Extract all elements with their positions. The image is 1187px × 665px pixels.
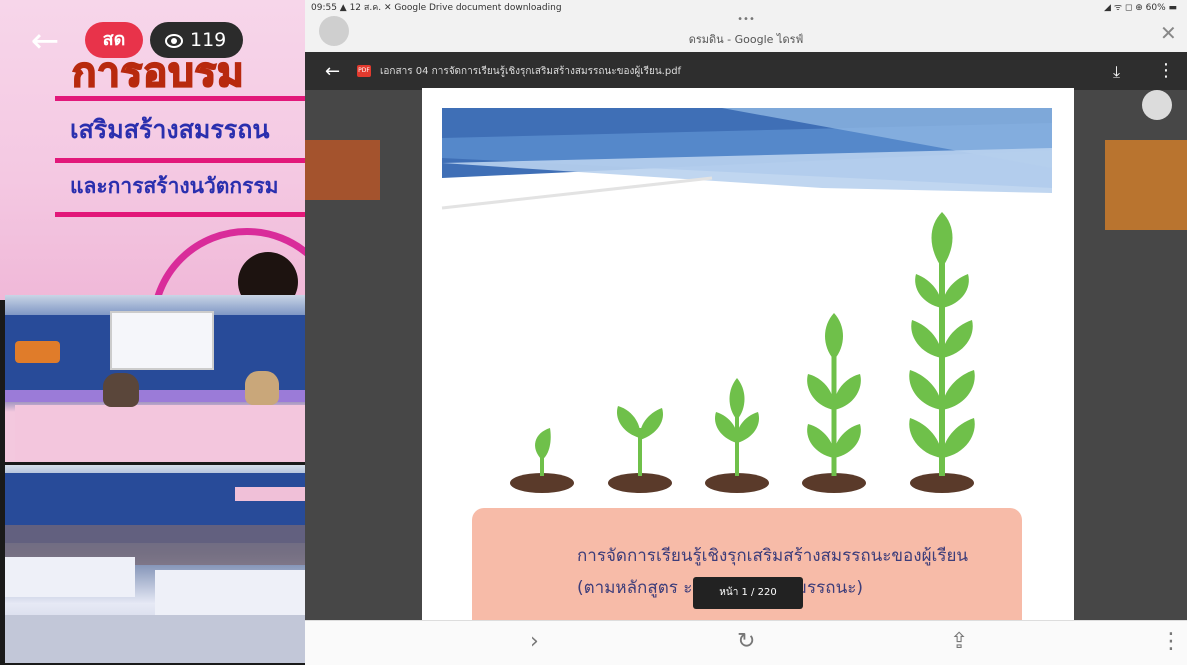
banner-subtitle-2: และการสร้างนวัตกรรม	[70, 174, 279, 198]
more-vert-icon[interactable]: ⋮	[1160, 629, 1182, 654]
back-arrow-icon[interactable]: ←	[25, 24, 65, 58]
browser-tab-bar: ••• ดรมดิน - Google ไดรฟ์ ✕	[305, 14, 1187, 53]
banner-divider	[55, 158, 305, 163]
live-badge: สด	[85, 22, 143, 58]
close-icon[interactable]: ✕	[1160, 21, 1177, 45]
refresh-icon[interactable]: ↻	[737, 629, 755, 654]
background-thumbnail	[305, 140, 380, 200]
banner-subtitle-1: เสริมสร้างสมรรถน	[70, 115, 270, 144]
viewer-count-number: 119	[190, 29, 227, 51]
bottom-navigation-bar: › ↻ ⇪ ⋮	[305, 620, 1187, 665]
pdf-file-icon: PDF	[357, 65, 371, 77]
background-avatar	[1142, 90, 1172, 120]
pdf-viewer-window: 09:55 ▲ 12 ส.ค. ✕ Google Drive document …	[305, 0, 1187, 665]
chevron-right-icon[interactable]: ›	[530, 629, 539, 654]
pdf-filename: เอกสาร 04 การจัดการเรียนรู้เชิงรุกเสริมส…	[380, 66, 682, 77]
page-counter: หน้า 1 / 220	[693, 577, 803, 609]
document-title-box: การจัดการเรียนรู้เชิงรุกเสริมสร้างสมรรถน…	[472, 508, 1022, 628]
banner-divider	[55, 96, 305, 101]
pdf-page: การจัดการเรียนรู้เชิงรุกเสริมสร้างสมรรถน…	[422, 88, 1074, 628]
eye-icon	[165, 34, 183, 48]
document-title: การจัดการเรียนรู้เชิงรุกเสริมสร้างสมรรถน…	[577, 546, 969, 566]
camera-feed-stage	[5, 295, 345, 462]
banner-divider	[55, 212, 305, 217]
pdf-toolbar: ← PDF เอกสาร 04 การจัดการเรียนรู้เชิงรุก…	[305, 52, 1187, 90]
tab-title: ดรมดิน - Google ไดรฟ์	[688, 33, 804, 46]
viewer-count: 119	[150, 22, 243, 58]
download-icon[interactable]: ⤓	[1113, 62, 1120, 82]
pdf-cover-illustration	[441, 108, 1052, 493]
more-vert-icon[interactable]: ⋮	[1157, 60, 1175, 81]
camera-feed-audience	[5, 465, 345, 663]
share-icon[interactable]: ⇪	[950, 629, 968, 654]
back-arrow-icon[interactable]: ←	[325, 61, 340, 82]
background-thumbnail	[1105, 140, 1187, 230]
